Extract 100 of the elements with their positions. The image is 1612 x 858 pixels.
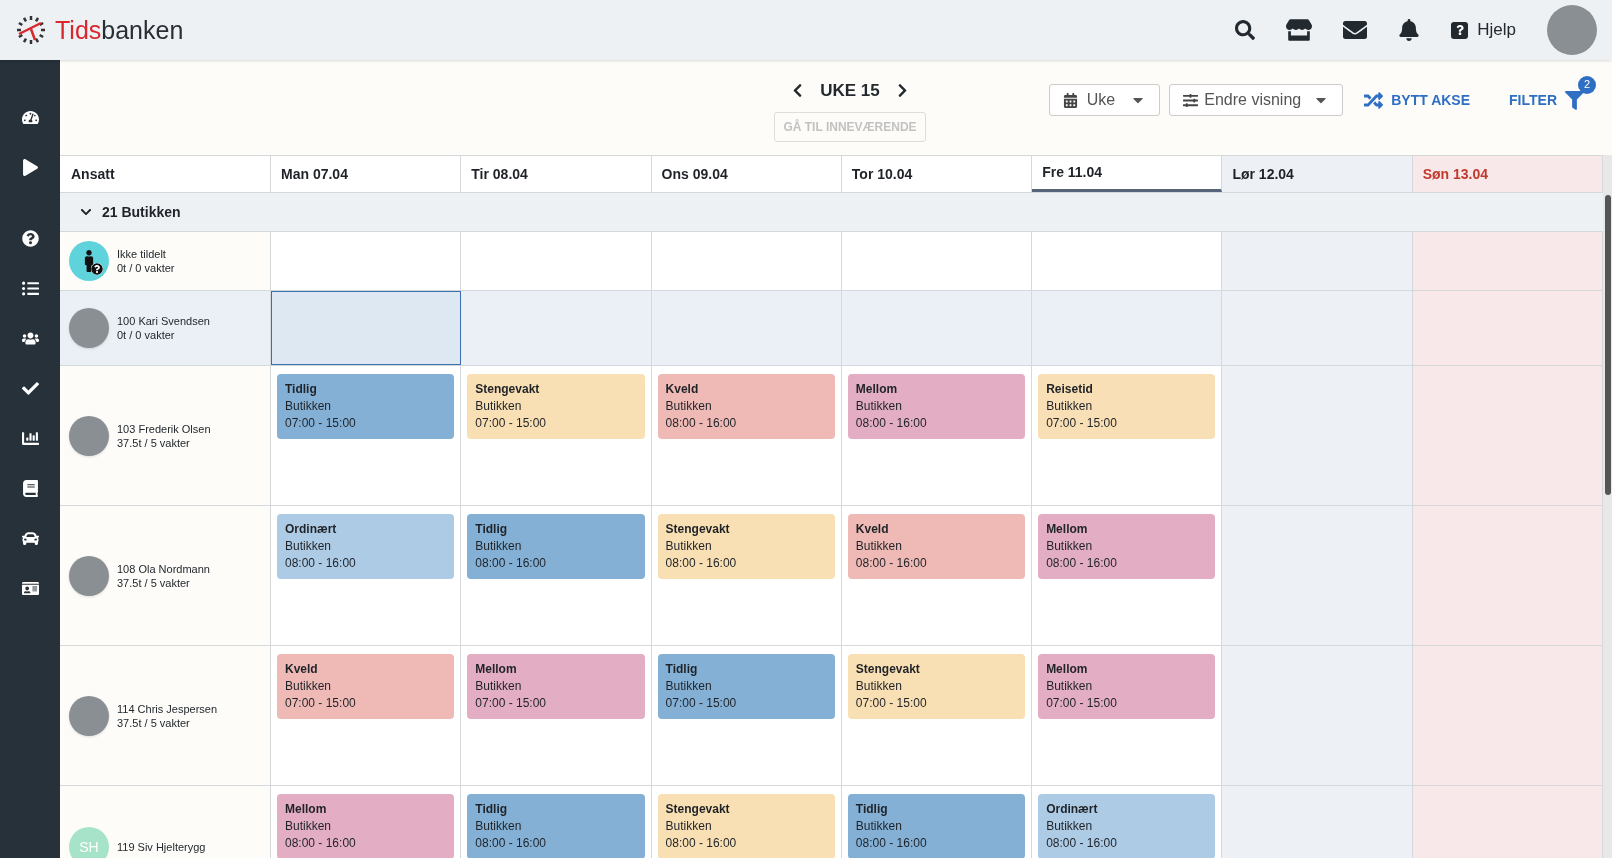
schedule-cell[interactable]: Kveld Butikken 08:00 - 16:00 [651,366,842,505]
shift-card[interactable]: Ordinært Butikken 08:00 - 16:00 [1038,794,1216,858]
shift-card[interactable]: Tidlig Butikken 07:00 - 15:00 [277,374,455,439]
help-icon[interactable] [1451,21,1469,39]
shift-card[interactable]: Tidlig Butikken 08:00 - 16:00 [467,514,645,579]
schedule-cell[interactable]: Ordinært Butikken 08:00 - 16:00 [1032,786,1223,858]
schedule-cell[interactable]: Reisetid Butikken 07:00 - 15:00 [1032,366,1223,505]
list-icon[interactable] [21,280,39,297]
shift-time: 08:00 - 16:00 [855,415,928,432]
schedule-cell[interactable]: Stengevakt Butikken 07:00 - 15:00 [461,366,652,505]
shift-card[interactable]: Stengevakt Butikken 07:00 - 15:00 [467,374,645,439]
schedule-cell[interactable] [1412,506,1603,645]
schedule-cell[interactable]: Mellom Butikken 08:00 - 16:00 [271,786,462,858]
schedule-cell[interactable]: Kveld Butikken 08:00 - 16:00 [841,506,1033,645]
search-icon[interactable] [1235,20,1256,40]
employee-name: 108 Ola Nordmann [117,561,210,576]
schedule-cell[interactable]: Kveld Butikken 07:00 - 15:00 [271,646,462,785]
notification-icon[interactable] [1398,19,1421,41]
mail-icon[interactable] [1343,18,1368,42]
employee-cell[interactable]: SH 119 Siv Hjelterygg [60,786,271,858]
schedule-cell[interactable] [1222,232,1413,290]
employee-cell[interactable]: Ikke tildelt 0t / 0 vakter [60,232,271,290]
schedule-cell[interactable] [1222,366,1413,505]
schedule-cell[interactable] [271,291,462,365]
car-icon[interactable] [21,530,39,547]
employee-cell[interactable]: 108 Ola Nordmann 37.5t / 5 vakter [60,506,271,645]
shift-card[interactable]: Ordinært Butikken 08:00 - 16:00 [277,514,455,579]
group-row[interactable]: 21 Butikken [60,193,1603,232]
help-link[interactable]: Hjelp [1477,17,1516,43]
shift-card[interactable]: Reisetid Butikken 07:00 - 15:00 [1038,374,1216,439]
day-header[interactable]: Ons 09.04 [651,156,842,192]
shift-card[interactable]: Mellom Butikken 08:00 - 16:00 [847,374,1026,439]
schedule-cell[interactable]: Ordinært Butikken 08:00 - 16:00 [271,506,462,645]
help-icon[interactable] [21,230,39,247]
shift-card[interactable]: Stengevakt Butikken 08:00 - 16:00 [657,514,835,579]
shift-card[interactable]: Mellom Butikken 07:00 - 15:00 [467,654,645,719]
shift-card[interactable]: Kveld Butikken 08:00 - 16:00 [657,374,835,439]
schedule-cell[interactable] [1222,646,1413,785]
shift-card[interactable]: Mellom Butikken 08:00 - 16:00 [277,794,455,858]
employee-name: 103 Frederik Olsen [117,421,211,436]
shift-card[interactable]: Stengevakt Butikken 07:00 - 15:00 [847,654,1026,719]
schedule-cell[interactable]: Stengevakt Butikken 07:00 - 15:00 [841,646,1033,785]
shift-card[interactable]: Tidlig Butikken 07:00 - 15:00 [657,654,835,719]
period-select[interactable]: Uke [1048,84,1161,116]
schedule-cell[interactable] [271,232,462,290]
shift-title: Kveld [285,661,319,678]
day-header[interactable]: Fre 11.04 [1032,156,1223,192]
bar-chart-icon[interactable] [21,430,39,447]
shift-location: Butikken [855,538,903,555]
employee-cell[interactable]: 100 Kari Svendsen 0t / 0 vakter [60,291,271,365]
schedule-cell[interactable]: Tidlig Butikken 08:00 - 16:00 [461,786,652,858]
schedule-cell[interactable]: Tidlig Butikken 08:00 - 16:00 [461,506,652,645]
scrollbar[interactable] [1603,155,1612,858]
shift-card[interactable]: Tidlig Butikken 08:00 - 16:00 [467,794,645,858]
shift-location: Butikken [1046,678,1094,695]
shift-location: Butikken [855,818,903,835]
shift-card[interactable]: Mellom Butikken 07:00 - 15:00 [1038,654,1216,719]
day-header[interactable]: Man 07.04 [271,156,462,192]
week-label: UKE 15 [820,80,880,102]
dashboard-icon[interactable] [21,109,39,126]
shift-card[interactable]: Kveld Butikken 08:00 - 16:00 [847,514,1026,579]
book-icon[interactable] [21,480,39,497]
users-icon[interactable] [21,330,39,347]
play-icon[interactable] [21,159,39,176]
shift-card[interactable]: Stengevakt Butikken 08:00 - 16:00 [657,794,835,858]
photo-placeholder [69,308,109,348]
schedule-cell[interactable]: Tidlig Butikken 07:00 - 15:00 [271,366,462,505]
shift-card[interactable]: Tidlig Butikken 08:00 - 16:00 [847,794,1026,858]
employee-cell[interactable]: 114 Chris Jespersen 37.5t / 5 vakter [60,646,271,785]
schedule-cell[interactable]: Mellom Butikken 07:00 - 15:00 [461,646,652,785]
day-header[interactable]: Lør 12.04 [1222,156,1413,192]
schedule-cell[interactable] [1412,366,1603,505]
day-header[interactable]: Tor 10.04 [841,156,1033,192]
store-icon[interactable] [1286,17,1313,43]
schedule-cell[interactable]: Mellom Butikken 07:00 - 15:00 [1032,646,1223,785]
schedule-cell[interactable] [1412,646,1603,785]
employee-hours: 0t / 0 vakter [117,261,175,275]
employee-cell[interactable]: 103 Frederik Olsen 37.5t / 5 vakter [60,366,271,505]
check-icon[interactable] [21,380,39,397]
shift-card[interactable]: Mellom Butikken 08:00 - 16:00 [1038,514,1216,579]
user-avatar[interactable] [1547,5,1597,55]
schedule-cell[interactable] [651,232,842,290]
view-select[interactable]: Endre visning [1169,84,1344,116]
schedule-cell[interactable]: Stengevakt Butikken 08:00 - 16:00 [651,506,842,645]
schedule-cell[interactable]: Mellom Butikken 08:00 - 16:00 [841,366,1033,505]
schedule-cell[interactable] [841,232,1033,290]
day-header[interactable]: Tir 08.04 [461,156,652,192]
id-card-icon[interactable] [21,580,39,597]
schedule-cell[interactable] [461,232,652,290]
schedule-cell[interactable]: Tidlig Butikken 08:00 - 16:00 [841,786,1033,858]
schedule-cell[interactable]: Tidlig Butikken 07:00 - 15:00 [651,646,842,785]
schedule-cell[interactable]: Mellom Butikken 08:00 - 16:00 [1032,506,1223,645]
day-header[interactable]: Søn 13.04 [1412,156,1603,192]
schedule-cell[interactable]: Stengevakt Butikken 08:00 - 16:00 [651,786,842,858]
swap-axis-button[interactable]: BYTT AKSE [1364,89,1471,111]
schedule-cell[interactable] [1032,232,1223,290]
schedule-cell[interactable] [1412,291,1603,365]
shift-card[interactable]: Kveld Butikken 07:00 - 15:00 [277,654,455,719]
schedule-cell[interactable] [1412,232,1603,290]
schedule-cell[interactable] [1222,506,1413,645]
